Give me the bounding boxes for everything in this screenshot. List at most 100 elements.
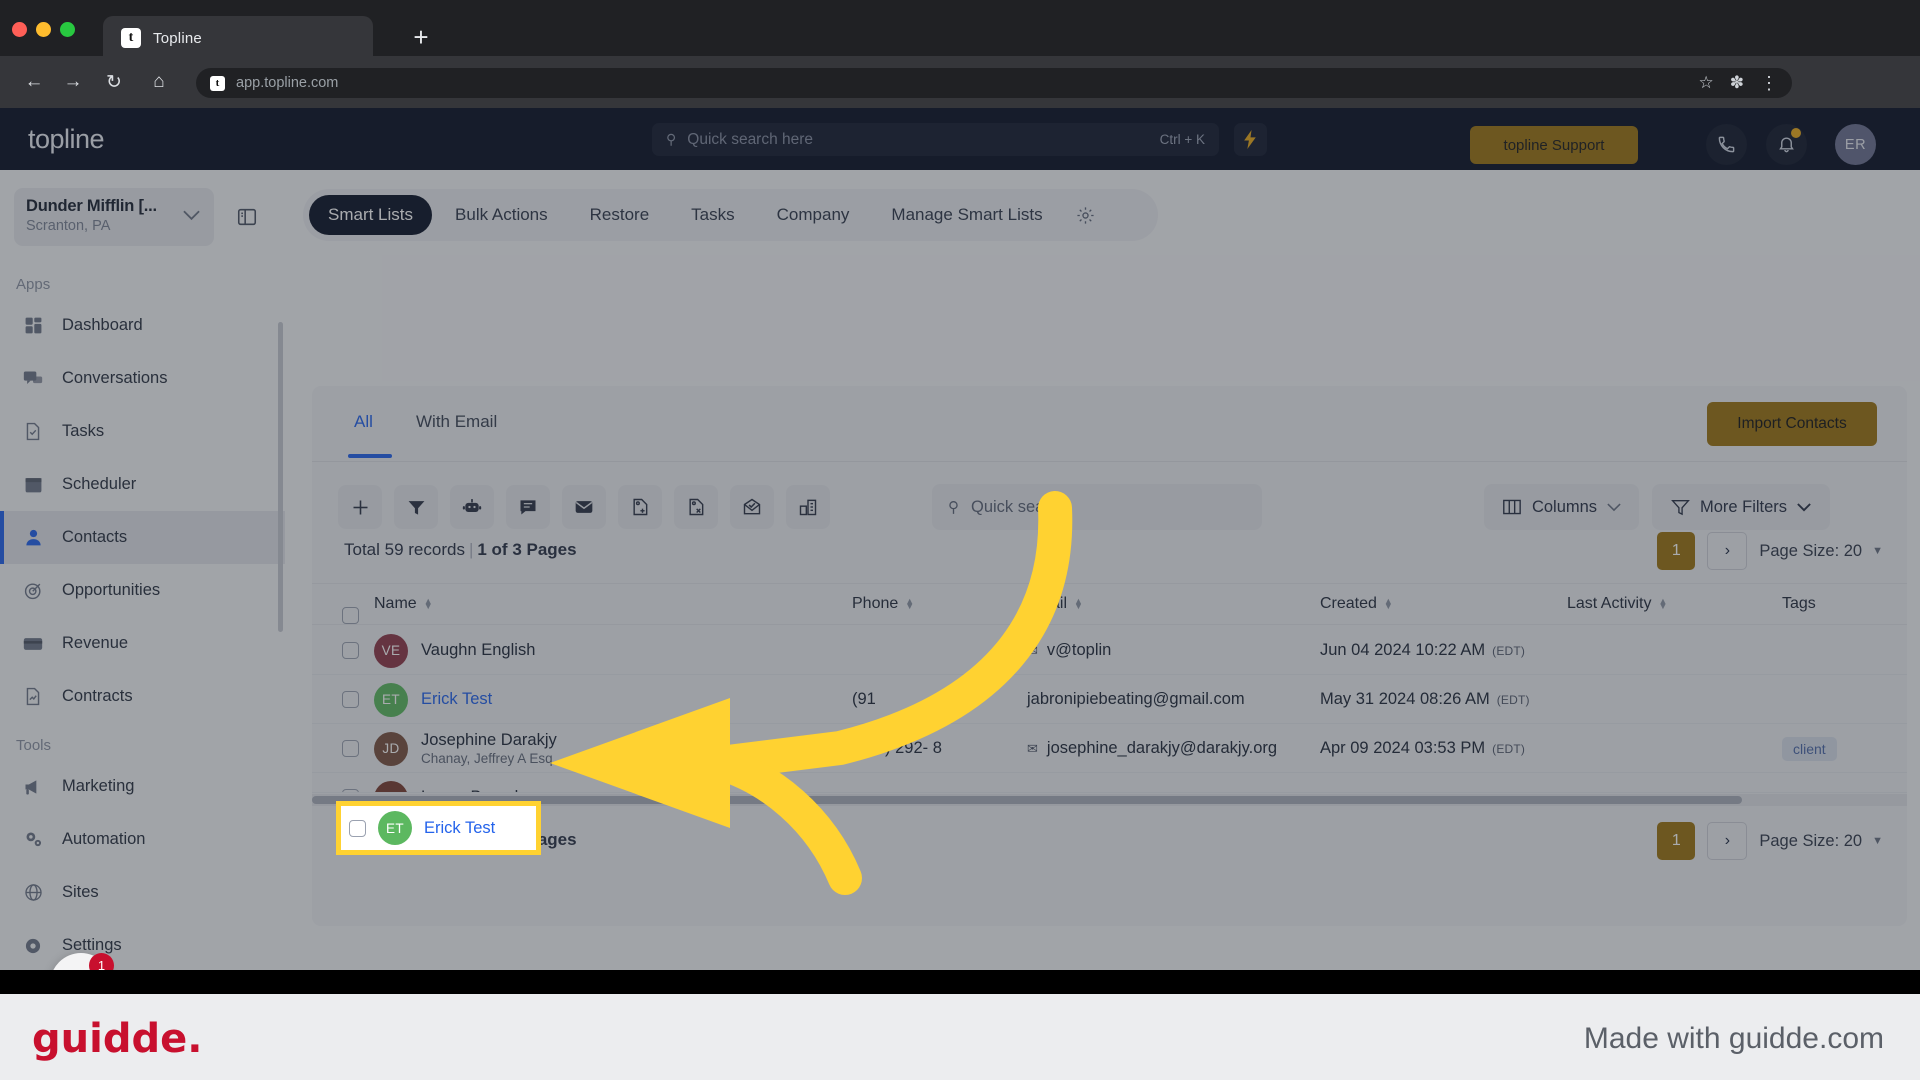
tab-smart-lists[interactable]: Smart Lists — [309, 195, 433, 235]
contacts-filter-tabs: All With Email Import Contacts — [312, 386, 1907, 462]
sidebar-item-label: Conversations — [62, 369, 168, 387]
sidebar-item-automation[interactable]: Automation — [0, 813, 285, 866]
cell-name[interactable]: VE Vaughn English — [374, 626, 535, 675]
sort-icon: ▲ ▼ — [1383, 596, 1393, 611]
sidebar-item-conversations[interactable]: Conversations — [0, 352, 285, 405]
tab-bulk-actions[interactable]: Bulk Actions — [436, 195, 567, 235]
sidebar-item-marketing[interactable]: Marketing — [0, 760, 285, 813]
import-contacts-button[interactable]: Import Contacts — [1707, 402, 1877, 446]
filter-tab-with-email[interactable]: With Email — [416, 412, 497, 432]
cell-email: ✉ v@toplin — [1027, 626, 1111, 675]
contact-name[interactable]: Erick Test — [421, 690, 492, 709]
remove-tag-icon — [689, 498, 704, 516]
page-size-selector[interactable]: Page Size: 20 ▼ — [1759, 832, 1883, 851]
column-header-email[interactable]: Email ▲ ▼ — [1027, 595, 1083, 613]
cell-name[interactable]: LB Lance Bogrol — [374, 773, 518, 792]
column-label: Last Activity — [1567, 595, 1652, 612]
table-row[interactable]: JD Josephine Darakjy Chanay, Jeffrey A E… — [312, 724, 1907, 773]
row-checkbox[interactable] — [349, 819, 366, 837]
contact-email[interactable]: v@toplin — [1047, 641, 1111, 660]
highlighted-row-content[interactable]: ET Erick Test — [341, 806, 536, 850]
column-header-created[interactable]: Created ▲ ▼ — [1320, 595, 1393, 613]
columns-label: Columns — [1531, 497, 1598, 516]
window-controls[interactable] — [12, 22, 75, 37]
smart-list-settings-gear-icon[interactable] — [1066, 206, 1106, 225]
select-all-checkbox[interactable] — [342, 607, 359, 624]
task-icon — [22, 422, 44, 441]
cell-name[interactable]: ET Erick Test — [374, 675, 492, 724]
contact-email[interactable]: jabronipiebeating@gmail.com — [1027, 690, 1245, 709]
close-window-button[interactable] — [12, 22, 27, 37]
row-checkbox[interactable] — [342, 691, 359, 708]
row-checkbox[interactable] — [342, 789, 359, 792]
sidebar-item-scheduler[interactable]: Scheduler — [0, 458, 285, 511]
page-number-button[interactable]: 1 — [1657, 822, 1696, 860]
notifications-button[interactable] — [1766, 124, 1807, 165]
back-button[interactable]: ← — [18, 66, 50, 98]
column-header-phone[interactable]: Phone ▲ ▼ — [852, 595, 914, 613]
contact-name[interactable]: Erick Test — [424, 819, 495, 838]
sidebar-item-label: Opportunities — [62, 581, 161, 599]
omnibox[interactable]: t app.topline.com ☆ ✽ ⋮ — [196, 68, 1792, 98]
sidebar-item-label: Dashboard — [62, 316, 143, 334]
tab-title: Topline — [153, 29, 202, 47]
sidebar-item-tasks[interactable]: Tasks — [0, 405, 285, 458]
table-row[interactable]: VE Vaughn English ✉ v@toplin Jun 04 2024… — [312, 626, 1907, 675]
sidebar-item-revenue[interactable]: Revenue — [0, 617, 285, 670]
browser-tab[interactable]: t Topline — [103, 16, 373, 60]
sidebar-item-contacts[interactable]: Contacts — [0, 511, 285, 564]
user-avatar[interactable]: ER — [1835, 124, 1876, 165]
global-search-input[interactable]: Quick search here — [687, 131, 1148, 149]
maximize-window-button[interactable] — [60, 22, 75, 37]
row-checkbox[interactable] — [342, 740, 359, 757]
extensions-icon[interactable]: ✽ — [1730, 73, 1744, 93]
table-horizontal-scrollbar[interactable] — [312, 794, 1907, 806]
sidebar-item-settings[interactable]: Settings — [0, 919, 285, 970]
reload-button[interactable]: ↻ — [98, 66, 130, 98]
bookmark-star-icon[interactable]: ☆ — [1699, 73, 1714, 93]
tab-company[interactable]: Company — [758, 195, 869, 235]
column-header-name[interactable]: Name ▲ ▼ — [374, 595, 433, 613]
tab-manage-smart-lists[interactable]: Manage Smart Lists — [872, 195, 1061, 235]
table-quick-search-input[interactable]: Quick search — [971, 498, 1067, 517]
cell-email: ✉ josephine_darakjy@darakjy.org — [1027, 724, 1277, 773]
home-button[interactable]: ⌂ — [143, 66, 175, 98]
column-header-tags[interactable]: Tags — [1782, 595, 1816, 613]
page-size-selector[interactable]: Page Size: 20 ▼ — [1759, 542, 1883, 561]
application-window: topline ⚲ Quick search here Ctrl + K top… — [0, 108, 1920, 970]
sidebar-item-dashboard[interactable]: Dashboard — [0, 299, 285, 352]
tab-tasks[interactable]: Tasks — [672, 195, 753, 235]
column-label: Email — [1027, 595, 1068, 612]
contact-name[interactable]: Josephine Darakjy — [421, 731, 557, 750]
quick-actions-lightning-button[interactable] — [1234, 123, 1267, 156]
global-search-box[interactable]: ⚲ Quick search here Ctrl + K — [652, 123, 1219, 156]
sidebar-item-sites[interactable]: Sites — [0, 866, 285, 919]
new-tab-button[interactable]: + — [405, 22, 437, 54]
sidebar-collapse-button[interactable] — [232, 202, 262, 232]
phone-call-button[interactable] — [1706, 124, 1747, 165]
sidebar-item-opportunities[interactable]: Opportunities — [0, 564, 285, 617]
next-page-button[interactable]: › — [1707, 532, 1748, 570]
topline-support-button[interactable]: topline Support — [1470, 126, 1638, 164]
chevron-down-icon — [1797, 502, 1811, 511]
contact-name[interactable]: Vaughn English — [421, 641, 535, 660]
column-header-last-activity[interactable]: Last Activity ▲ ▼ — [1567, 595, 1667, 613]
workspace-switcher[interactable]: Dunder Mifflin [... Scranton, PA — [14, 188, 214, 246]
table-row[interactable]: ET Erick Test (91 jabronipiebeating@gmai… — [312, 675, 1907, 724]
tab-restore[interactable]: Restore — [571, 195, 669, 235]
browser-menu-icon[interactable]: ⋮ — [1760, 73, 1778, 94]
next-page-button[interactable]: › — [1707, 822, 1748, 860]
avatar: LB — [374, 780, 408, 792]
cell-name[interactable]: JD Josephine Darakjy Chanay, Jeffrey A E… — [374, 724, 557, 773]
pager-bottom: Total 59 records|1 of 3 Pages 1 › Page S… — [312, 810, 1907, 874]
sidebar-scrollbar[interactable] — [278, 322, 283, 632]
contact-email[interactable]: josephine_darakjy@darakjy.org — [1047, 739, 1277, 758]
filter-tab-all[interactable]: All — [354, 412, 373, 432]
contact-name[interactable]: Lance Bogrol — [421, 788, 518, 792]
row-checkbox[interactable] — [342, 642, 359, 659]
minimize-window-button[interactable] — [36, 22, 51, 37]
sidebar-item-contracts[interactable]: Contracts — [0, 670, 285, 723]
forward-button[interactable]: → — [57, 66, 89, 98]
table-row[interactable]: LB Lance Bogrol — [312, 773, 1907, 793]
page-number-button[interactable]: 1 — [1657, 532, 1696, 570]
